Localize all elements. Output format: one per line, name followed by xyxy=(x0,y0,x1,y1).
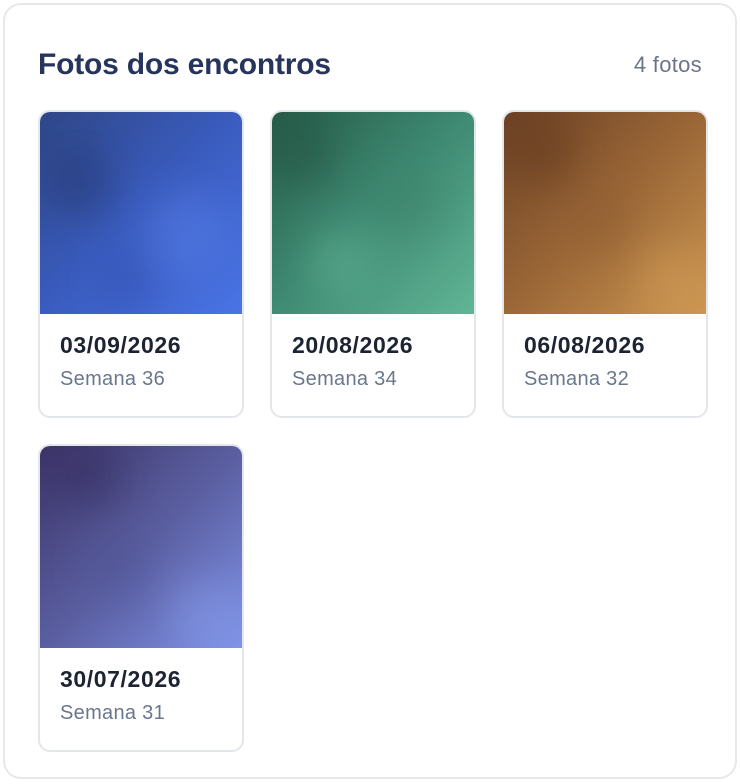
photo-date: 30/07/2026 xyxy=(60,666,182,692)
photo-thumbnail[interactable] xyxy=(40,112,242,314)
photo-grid: 03/09/2026 Semana 36 20/08/2026 Semana 3… xyxy=(38,110,708,752)
panel-title: Fotos dos encontros xyxy=(38,48,331,81)
photo-count: 4 fotos xyxy=(633,52,702,77)
photo-meta: 30/07/2026 Semana 31 xyxy=(40,648,242,726)
photo-week: Semana 34 xyxy=(292,368,397,390)
photo-card[interactable]: 20/08/2026 Semana 34 xyxy=(270,110,476,418)
photo-thumbnail[interactable] xyxy=(40,446,242,648)
photo-card[interactable]: 06/08/2026 Semana 32 xyxy=(502,110,708,418)
photo-meta: 06/08/2026 Semana 32 xyxy=(504,314,706,392)
photo-week: Semana 36 xyxy=(60,368,165,390)
photo-date: 20/08/2026 xyxy=(292,332,414,358)
photos-panel: Fotos dos encontros 4 fotos 03/09/2026 S… xyxy=(3,3,737,779)
photo-meta: 03/09/2026 Semana 36 xyxy=(40,314,242,392)
photo-date: 03/09/2026 xyxy=(60,332,182,358)
photo-thumbnail[interactable] xyxy=(272,112,474,314)
photo-week: Semana 32 xyxy=(524,368,629,390)
photo-week: Semana 31 xyxy=(60,702,165,724)
photo-meta: 20/08/2026 Semana 34 xyxy=(272,314,474,392)
photo-date: 06/08/2026 xyxy=(524,332,646,358)
photo-card[interactable]: 03/09/2026 Semana 36 xyxy=(38,110,244,418)
photo-card[interactable]: 30/07/2026 Semana 31 xyxy=(38,444,244,752)
panel-header: Fotos dos encontros 4 fotos xyxy=(38,43,702,87)
photo-thumbnail[interactable] xyxy=(504,112,706,314)
